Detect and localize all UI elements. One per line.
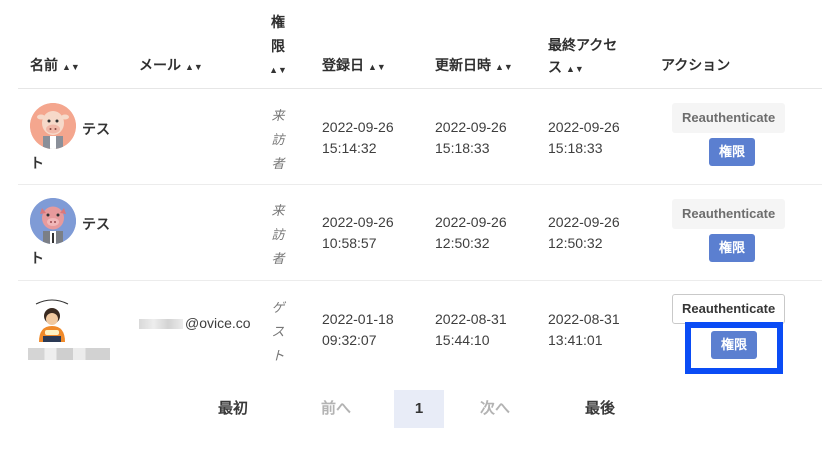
registered-date: 2022-09-26 15:14:32: [322, 119, 394, 156]
last-access-date: 2022-09-26 15:18:33: [548, 119, 620, 156]
column-header-updated[interactable]: 更新日時 ▲▼: [435, 54, 513, 78]
permission-button[interactable]: 権限: [709, 138, 755, 166]
permission-button[interactable]: 権限: [709, 234, 755, 262]
sort-icon[interactable]: ▲▼: [62, 62, 80, 72]
column-header-role[interactable]: 権 限 ▲▼: [269, 10, 287, 82]
role-char: 訪: [271, 227, 285, 242]
role-char: 者: [271, 251, 285, 266]
reauthenticate-button[interactable]: Reauthenticate: [672, 103, 786, 133]
row-divider: [18, 280, 822, 281]
role-char: ス: [271, 324, 285, 339]
sort-icon[interactable]: ▲▼: [495, 62, 513, 72]
pagination-last[interactable]: 最後: [572, 390, 628, 428]
blurred-user-name: [28, 348, 110, 360]
column-header-name-label: 名前: [30, 57, 58, 73]
reauthenticate-button[interactable]: Reauthenticate: [672, 199, 786, 229]
email-domain: @ovice.co: [185, 315, 251, 331]
user-email: @ovice.co: [139, 313, 251, 333]
column-header-role-char: 権: [271, 14, 285, 30]
column-header-email[interactable]: メール ▲▼: [139, 54, 203, 78]
role-label: 来 訪 者: [268, 199, 288, 271]
pig-avatar-icon: [30, 198, 76, 244]
updated-date: 2022-09-26 15:18:33: [435, 119, 507, 156]
row-divider: [18, 184, 822, 185]
cow-avatar-icon: [30, 103, 76, 149]
sort-icon[interactable]: ▲▼: [185, 62, 203, 72]
column-header-name[interactable]: 名前 ▲▼: [30, 54, 80, 78]
reauthenticate-button[interactable]: Reauthenticate: [672, 294, 786, 324]
pagination-next: 次へ: [479, 400, 510, 417]
column-header-actions: アクション: [661, 57, 731, 73]
pagination-prev: 前へ: [320, 400, 351, 417]
user-name: ト: [30, 250, 44, 266]
column-header-last-access-label: ス: [548, 59, 562, 75]
column-header-role-char: 限: [271, 38, 285, 54]
column-header-updated-label: 更新日時: [435, 57, 491, 73]
updated-date: 2022-08-31 15:44:10: [435, 311, 507, 348]
role-char: 者: [271, 156, 285, 171]
pagination-first[interactable]: 最初: [205, 390, 261, 428]
last-access-date: 2022-09-26 12:50:32: [548, 214, 620, 251]
role-char: 来: [271, 203, 285, 218]
cartoon-person-avatar-icon: [30, 296, 74, 342]
column-header-registered[interactable]: 登録日 ▲▼: [322, 54, 386, 78]
sort-icon[interactable]: ▲▼: [566, 64, 584, 74]
role-label: 来 訪 者: [268, 104, 288, 176]
column-header-email-label: メール: [139, 57, 181, 73]
user-name: テス: [82, 216, 110, 232]
users-table: 名前 ▲▼ メール ▲▼ 権 限 ▲▼ 登録日 ▲▼ 更新日時 ▲▼ 最終アクセ ス ▲▼…: [0, 0, 837, 454]
last-access-date: 2022-08-31 13:41:01: [548, 311, 620, 348]
sort-icon[interactable]: ▲▼: [269, 58, 287, 82]
header-divider: [18, 88, 822, 89]
user-name: ト: [30, 155, 44, 171]
role-char: ゲ: [271, 300, 285, 315]
blurred-email-local-part: [139, 319, 183, 330]
role-char: 訪: [271, 132, 285, 147]
registered-date: 2022-09-26 10:58:57: [322, 214, 394, 251]
sort-icon[interactable]: ▲▼: [368, 62, 386, 72]
column-header-last-access[interactable]: 最終アクセ ス ▲▼: [548, 34, 617, 80]
user-name: テス: [82, 121, 110, 137]
column-header-registered-label: 登録日: [322, 57, 364, 73]
role-label: ゲ ス ト: [268, 296, 288, 368]
permission-button[interactable]: 権限: [711, 331, 757, 359]
updated-date: 2022-09-26 12:50:32: [435, 214, 507, 251]
role-char: 来: [271, 108, 285, 123]
column-header-last-access-label: 最終アクセ: [548, 37, 618, 53]
role-char: ト: [271, 348, 285, 363]
pagination-page-1[interactable]: 1: [394, 390, 444, 428]
registered-date: 2022-01-18 09:32:07: [322, 311, 394, 348]
